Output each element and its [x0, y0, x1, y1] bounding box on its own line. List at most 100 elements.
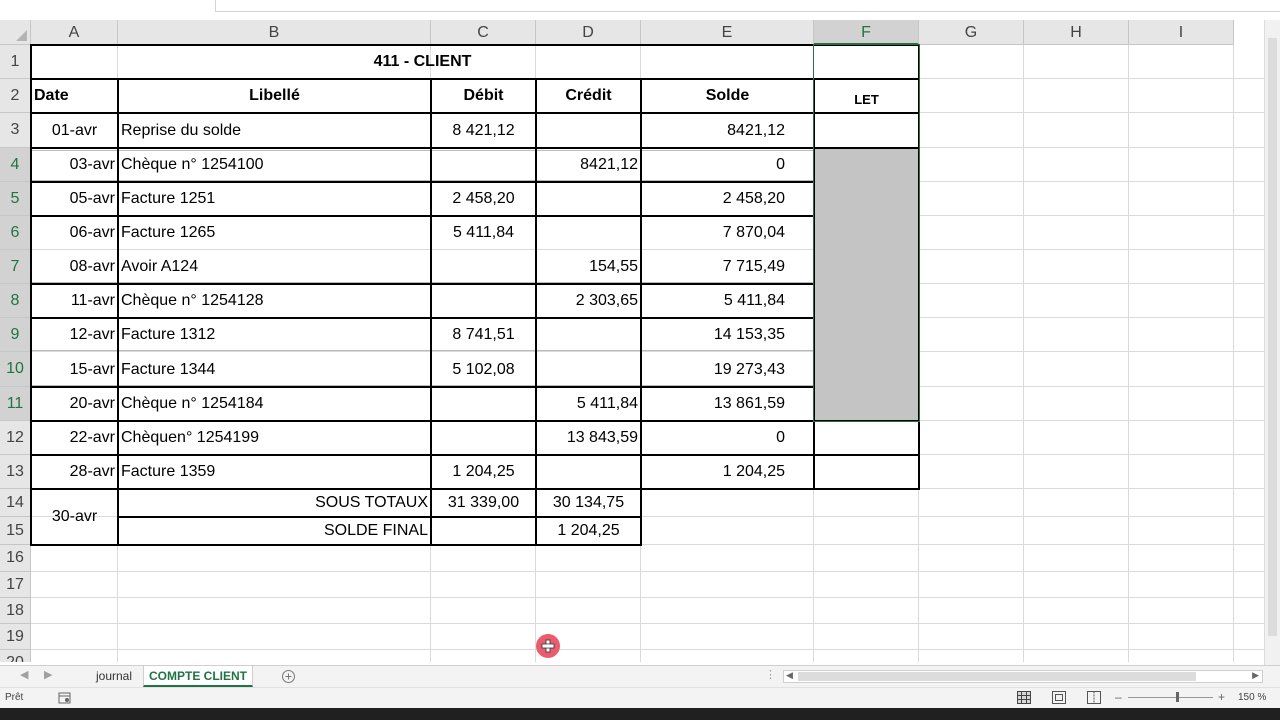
- credit-cell[interactable]: 13 843,59: [536, 421, 641, 455]
- tab-scroll-right-icon[interactable]: ▶: [44, 668, 52, 681]
- row-header-6[interactable]: 6: [0, 216, 31, 250]
- select-all-button[interactable]: [0, 20, 31, 45]
- libelle-cell[interactable]: Facture 1359: [118, 455, 431, 489]
- row-header-17[interactable]: 17: [0, 572, 31, 598]
- column-header-f[interactable]: F: [814, 20, 919, 45]
- scroll-right-icon[interactable]: ▶: [1252, 670, 1259, 681]
- macro-record-icon[interactable]: [58, 692, 71, 704]
- zoom-slider-handle[interactable]: [1176, 692, 1179, 702]
- solde-cell[interactable]: 7 870,04: [641, 216, 814, 250]
- sous-totaux-debit[interactable]: 31 339,00: [431, 489, 536, 517]
- credit-cell[interactable]: 8421,12: [536, 148, 641, 182]
- split-handle-icon[interactable]: ⋮: [765, 668, 776, 681]
- solde-cell[interactable]: 14 153,35: [641, 318, 814, 352]
- formula-input[interactable]: [215, 0, 1280, 12]
- solde-cell[interactable]: 5 411,84: [641, 284, 814, 318]
- totals-date-cell[interactable]: 30-avr: [31, 489, 118, 545]
- column-header-e[interactable]: E: [641, 20, 814, 45]
- credit-cell[interactable]: [536, 216, 641, 250]
- libelle-cell[interactable]: Chèque n° 1254100: [118, 148, 431, 182]
- credit-cell[interactable]: [536, 113, 641, 148]
- credit-cell[interactable]: 154,55: [536, 250, 641, 284]
- header-date[interactable]: Date: [31, 79, 118, 113]
- credit-cell[interactable]: [536, 318, 641, 352]
- header-credit[interactable]: Crédit: [536, 79, 641, 113]
- column-header-b[interactable]: B: [118, 20, 431, 45]
- column-header-a[interactable]: A: [31, 20, 118, 45]
- row-header-4[interactable]: 4: [0, 148, 31, 182]
- libelle-cell[interactable]: Chèque n° 1254184: [118, 387, 431, 421]
- date-cell[interactable]: 08-avr: [31, 250, 118, 284]
- debit-cell[interactable]: [431, 284, 536, 318]
- row-header-16[interactable]: 16: [0, 545, 31, 572]
- column-header-d[interactable]: D: [536, 20, 641, 45]
- tab-compte-client[interactable]: COMPTE CLIENT: [143, 666, 253, 687]
- debit-cell[interactable]: [431, 387, 536, 421]
- debit-cell[interactable]: [431, 148, 536, 182]
- credit-cell[interactable]: [536, 455, 641, 489]
- column-header-i[interactable]: I: [1129, 20, 1234, 45]
- column-header-h[interactable]: H: [1024, 20, 1129, 45]
- date-cell[interactable]: 20-avr: [31, 387, 118, 421]
- row-header-5[interactable]: 5: [0, 182, 31, 216]
- column-header-g[interactable]: G: [919, 20, 1024, 45]
- add-sheet-icon[interactable]: [281, 669, 296, 684]
- date-cell[interactable]: 01-avr: [31, 113, 118, 148]
- date-cell[interactable]: 03-avr: [31, 148, 118, 182]
- date-cell[interactable]: 15-avr: [31, 352, 118, 387]
- row-header-7[interactable]: 7: [0, 250, 31, 284]
- debit-cell[interactable]: [431, 421, 536, 455]
- date-cell[interactable]: 06-avr: [31, 216, 118, 250]
- date-cell[interactable]: 12-avr: [31, 318, 118, 352]
- row-header-8[interactable]: 8: [0, 284, 31, 318]
- credit-cell[interactable]: 5 411,84: [536, 387, 641, 421]
- sous-totaux-credit[interactable]: 30 134,75: [536, 489, 641, 517]
- horizontal-scrollbar[interactable]: ◀ ▶: [783, 670, 1263, 683]
- row-header-2[interactable]: 2: [0, 79, 31, 113]
- debit-cell[interactable]: 5 102,08: [431, 352, 536, 387]
- page-layout-icon[interactable]: [1052, 691, 1066, 704]
- solde-final-credit[interactable]: 1 204,25: [536, 517, 641, 545]
- row-header-15[interactable]: 15: [0, 517, 31, 545]
- libelle-cell[interactable]: Facture 1251: [118, 182, 431, 216]
- row-header-14[interactable]: 14: [0, 489, 31, 517]
- debit-cell[interactable]: 5 411,84: [431, 216, 536, 250]
- row-header-20[interactable]: 20: [0, 650, 31, 662]
- solde-cell[interactable]: 7 715,49: [641, 250, 814, 284]
- horizontal-scroll-thumb[interactable]: [798, 672, 1196, 681]
- vertical-scrollbar[interactable]: [1264, 20, 1280, 665]
- row-header-1[interactable]: 1: [0, 45, 31, 79]
- debit-cell[interactable]: 1 204,25: [431, 455, 536, 489]
- header-solde[interactable]: Solde: [641, 79, 814, 113]
- solde-cell[interactable]: 19 273,43: [641, 352, 814, 387]
- column-header-c[interactable]: C: [431, 20, 536, 45]
- libelle-cell[interactable]: Facture 1312: [118, 318, 431, 352]
- scroll-left-icon[interactable]: ◀: [786, 670, 793, 681]
- normal-view-icon[interactable]: [1017, 691, 1031, 704]
- row-header-12[interactable]: 12: [0, 421, 31, 455]
- spreadsheet-grid[interactable]: A B C D E F G H I 1 2 3 4 5 6 7 8 9 10 11 12 13 14 15 16 17 18 19 20…: [0, 20, 1264, 662]
- zoom-level[interactable]: 150 %: [1238, 692, 1266, 703]
- row-header-9[interactable]: 9: [0, 318, 31, 352]
- zoom-in-icon[interactable]: +: [1218, 690, 1225, 704]
- solde-cell[interactable]: 0: [641, 148, 814, 182]
- vertical-scroll-thumb[interactable]: [1268, 38, 1277, 636]
- row-header-11[interactable]: 11: [0, 387, 31, 421]
- row-header-3[interactable]: 3: [0, 113, 31, 148]
- credit-cell[interactable]: [536, 182, 641, 216]
- libelle-cell[interactable]: Reprise du solde: [118, 113, 431, 148]
- solde-cell[interactable]: 0: [641, 421, 814, 455]
- debit-cell[interactable]: [431, 250, 536, 284]
- debit-cell[interactable]: 8 741,51: [431, 318, 536, 352]
- debit-cell[interactable]: 2 458,20: [431, 182, 536, 216]
- zoom-out-icon[interactable]: –: [1115, 690, 1122, 704]
- solde-cell[interactable]: 2 458,20: [641, 182, 814, 216]
- sous-totaux-label[interactable]: SOUS TOTAUX: [118, 489, 431, 517]
- row-header-13[interactable]: 13: [0, 455, 31, 489]
- libelle-cell[interactable]: Facture 1265: [118, 216, 431, 250]
- row-header-18[interactable]: 18: [0, 598, 31, 624]
- date-cell[interactable]: 05-avr: [31, 182, 118, 216]
- libelle-cell[interactable]: Avoir A124: [118, 250, 431, 284]
- libelle-cell[interactable]: Chèque n° 1254128: [118, 284, 431, 318]
- solde-cell[interactable]: 8421,12: [641, 113, 814, 148]
